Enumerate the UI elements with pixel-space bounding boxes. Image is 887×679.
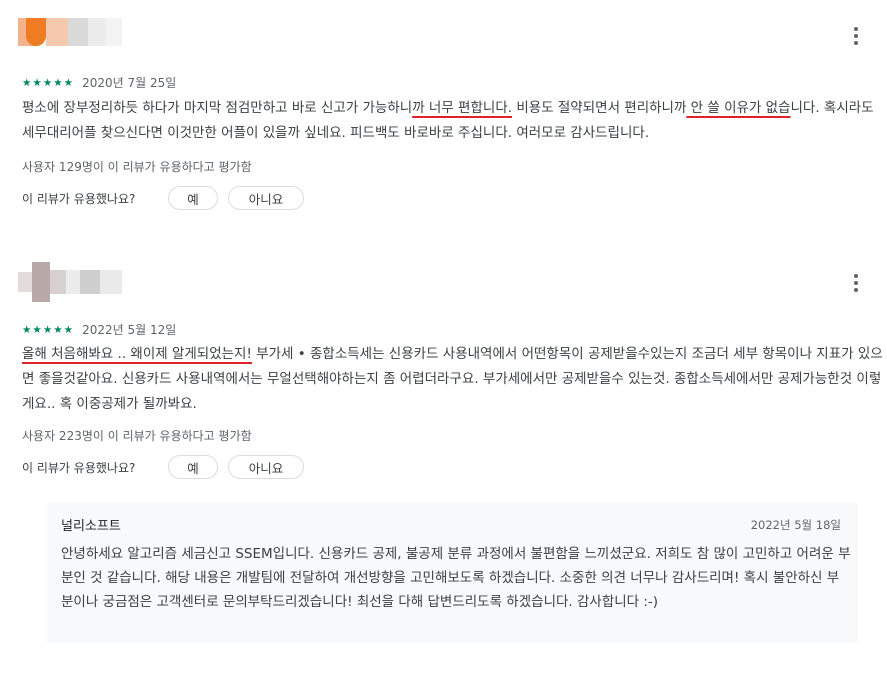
helpful-yes-button[interactable]: 예 [168, 186, 218, 210]
helpful-question: 이 리뷰가 유용했나요? [22, 191, 136, 206]
review-meta: ★★★★★ 2020년 7월 25일 [22, 76, 176, 90]
review-date: 2022년 5월 12일 [82, 323, 177, 337]
avatar [18, 262, 122, 302]
review-text: 평소에 장부정리하듯 하다가 마지막 점검만하고 바로 신고가 가능하니까 너무… [22, 96, 884, 146]
review-meta: ★★★★★ 2022년 5월 12일 [22, 323, 176, 337]
helpful-count: 사용자 129명이 이 리뷰가 유용하다고 평가함 [22, 160, 252, 174]
helpful-feedback: 이 리뷰가 유용했나요? 예 아니요 [22, 186, 304, 210]
developer-reply: 널리소프트 2022년 5월 18일 안녕하세요 알고리즘 세금신고 SSEM입… [47, 503, 858, 643]
review-card: ★★★★★ 2022년 5월 12일 올해 처음해봐요 .. 왜이제 알게되었는… [0, 250, 887, 500]
helpful-no-button[interactable]: 아니요 [228, 186, 304, 210]
review-date: 2020년 7월 25일 [82, 76, 177, 90]
more-options-icon[interactable] [851, 272, 861, 294]
review-text: 올해 처음해봐요 .. 왜이제 알게되었는지! 부가세 • 종합소득세는 신용카… [22, 342, 884, 417]
review-text-highlight: 올해 처음해봐요 .. 왜이제 알게되었는지! [22, 346, 252, 362]
helpful-no-button[interactable]: 아니요 [228, 455, 304, 479]
star-rating: ★★★★★ [22, 77, 75, 89]
review-text-segment: 평소에 장부정리하듯 하다가 마지막 점검만하고 바로 신고가 가능하니 [22, 100, 413, 116]
helpful-yes-button[interactable]: 예 [168, 455, 218, 479]
star-rating: ★★★★★ [22, 324, 75, 336]
helpful-count: 사용자 223명이 이 리뷰가 유용하다고 평가함 [22, 429, 252, 443]
avatar [18, 18, 122, 46]
helpful-feedback: 이 리뷰가 유용했나요? 예 아니요 [22, 455, 304, 479]
review-text-segment: 비용도 절약되면서 편리하니까 [512, 100, 687, 116]
review-card: ★★★★★ 2020년 7월 25일 평소에 장부정리하듯 하다가 마지막 점검… [0, 0, 887, 240]
reply-text: 안녕하세요 알고리즘 세금신고 SSEM입니다. 신용카드 공제, 불공제 분류… [61, 546, 851, 610]
review-text-highlight: 안 쓸 이유가 없습 [686, 100, 791, 116]
more-options-icon[interactable] [851, 25, 861, 47]
review-text-highlight: 까 너무 편합니다. [412, 100, 513, 116]
helpful-question: 이 리뷰가 유용했나요? [22, 460, 136, 475]
developer-name: 널리소프트 [61, 519, 121, 534]
reply-date: 2022년 5월 18일 [750, 518, 841, 532]
